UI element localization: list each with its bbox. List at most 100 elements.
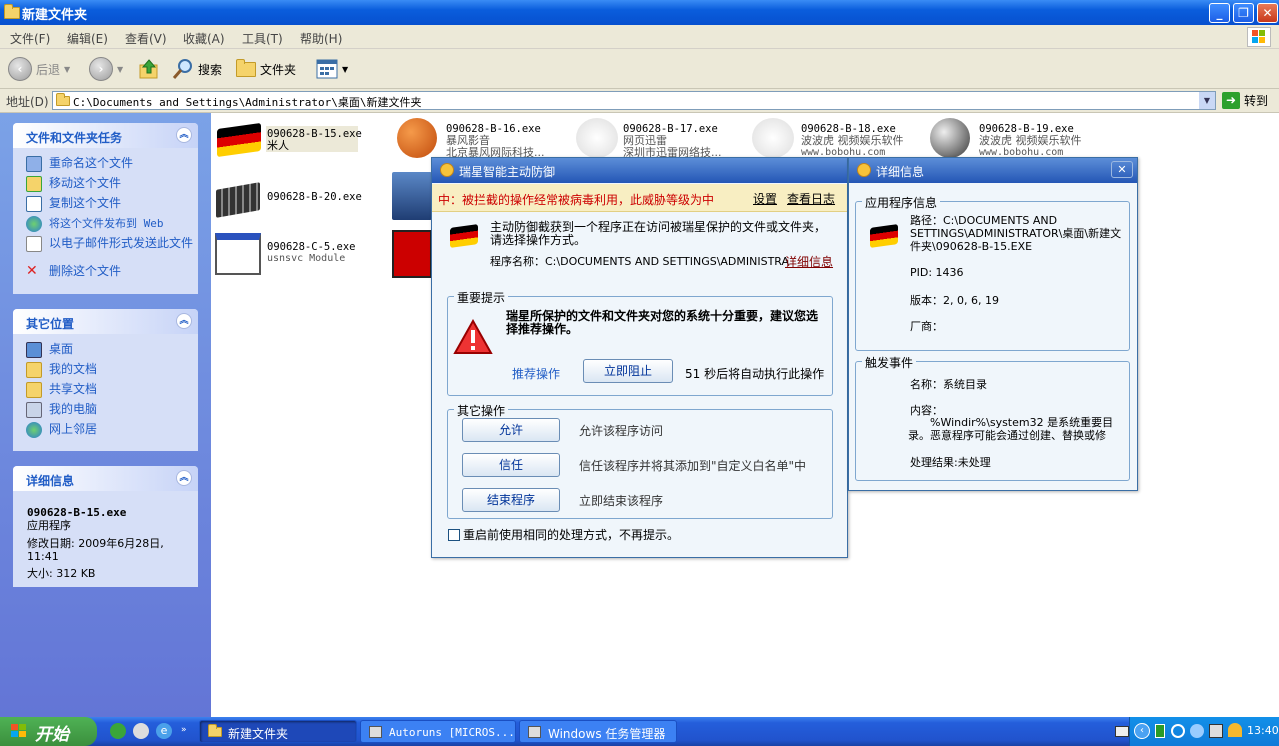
chevron-down-icon[interactable]: ▼ bbox=[1199, 92, 1215, 109]
taskbar-item-task-manager[interactable]: Windows 任务管理器 bbox=[519, 720, 677, 743]
window-title-bar[interactable]: 新建文件夹 _ ❐ ✕ bbox=[0, 0, 1279, 25]
rising-lion-icon bbox=[857, 163, 871, 177]
move-file-link[interactable]: 移动这个文件 bbox=[13, 174, 198, 194]
forward-arrow-icon: › bbox=[89, 57, 113, 81]
german-flag-icon bbox=[450, 224, 478, 248]
warning-icon bbox=[453, 319, 493, 354]
taskbar-item-autoruns[interactable]: Autoruns [MICROS... bbox=[360, 720, 516, 743]
tray-expand-icon[interactable]: ‹ bbox=[1134, 723, 1150, 739]
remember-checkbox[interactable] bbox=[448, 528, 460, 541]
chevron-down-icon[interactable]: ▼ bbox=[64, 65, 70, 74]
address-label: 地址(D) bbox=[6, 95, 49, 109]
chevron-down-icon[interactable]: ▼ bbox=[117, 65, 123, 74]
thunder-app-icon bbox=[576, 118, 618, 158]
close-button[interactable]: ✕ bbox=[1257, 3, 1278, 23]
dialog-title-bar[interactable]: 详细信息 ✕ bbox=[849, 158, 1137, 183]
ie-icon[interactable]: e bbox=[156, 723, 172, 739]
rename-file-link[interactable]: 重命名这个文件 bbox=[13, 154, 198, 174]
folders-button[interactable]: 文件夹 bbox=[236, 55, 296, 83]
window-title: 新建文件夹 bbox=[22, 8, 88, 23]
start-button[interactable]: 开始 bbox=[0, 717, 97, 746]
collapse-icon[interactable]: ︽ bbox=[176, 313, 192, 329]
shared-folder-icon bbox=[26, 382, 42, 398]
panel-header[interactable]: 文件和文件夹任务 ︽ bbox=[13, 123, 198, 148]
settings-link[interactable]: 设置 bbox=[753, 190, 777, 207]
address-input[interactable]: C:\Documents and Settings\Administrator\… bbox=[52, 91, 1216, 110]
email-file-link[interactable]: 以电子邮件形式发送此文件 bbox=[13, 234, 198, 262]
bobohu-app-icon bbox=[752, 118, 794, 158]
file-item[interactable]: 090628-B-15.exe 米人 bbox=[214, 118, 384, 168]
end-program-button[interactable]: 结束程序 bbox=[462, 488, 560, 512]
clock: 13:40 bbox=[1247, 724, 1279, 737]
delete-file-link[interactable]: ✕ 删除这个文件 bbox=[13, 262, 198, 282]
menu-help[interactable]: 帮助(H) bbox=[300, 30, 342, 47]
desktop-icon bbox=[26, 342, 42, 358]
folder-icon bbox=[4, 4, 20, 19]
other-places-panel: 其它位置 ︽ 桌面 我的文档 共享文档 我的电脑 网上邻居 bbox=[13, 309, 198, 451]
details-link[interactable]: 详细信息 bbox=[785, 253, 833, 270]
menu-tools[interactable]: 工具(T) bbox=[242, 30, 283, 47]
vendor-text: 厂商： bbox=[910, 320, 943, 333]
delete-x-icon: ✕ bbox=[26, 263, 38, 279]
up-folder-button[interactable] bbox=[138, 55, 160, 83]
network-places-link[interactable]: 网上邻居 bbox=[13, 420, 198, 440]
event-name-text: 名称：系统目录 bbox=[910, 378, 987, 391]
minimize-button[interactable]: _ bbox=[1209, 3, 1230, 23]
shared-documents-link[interactable]: 共享文档 bbox=[13, 380, 198, 400]
publish-web-link[interactable]: 将这个文件发布到 Web bbox=[13, 214, 198, 234]
panel-header[interactable]: 详细信息 ︽ bbox=[13, 466, 198, 491]
quick-launch-more-icon[interactable]: » bbox=[181, 725, 187, 735]
app-window-icon bbox=[215, 233, 261, 275]
menu-edit[interactable]: 编辑(E) bbox=[67, 30, 108, 47]
tray-umbrella-icon[interactable] bbox=[1228, 723, 1242, 737]
menu-favorites[interactable]: 收藏(A) bbox=[183, 30, 225, 47]
details-panel: 详细信息 ︽ 090628-B-15.exe 应用程序 修改日期: 2009年6月… bbox=[13, 466, 198, 587]
tray-network-icon[interactable] bbox=[1209, 724, 1223, 738]
copy-file-link[interactable]: 复制这个文件 bbox=[13, 194, 198, 214]
content-text: %Windir%\system32 是系统重要目录。恶意程序可能会通过创建、替换… bbox=[908, 416, 1114, 442]
keyboard-icon[interactable] bbox=[1115, 726, 1129, 737]
media-player-icon[interactable] bbox=[133, 723, 149, 739]
tray-refresh-icon[interactable] bbox=[1171, 724, 1185, 738]
close-icon[interactable]: ✕ bbox=[1111, 161, 1133, 178]
trust-button[interactable]: 信任 bbox=[462, 453, 560, 477]
tray-security-icon[interactable] bbox=[1190, 724, 1204, 738]
tray-app-icon[interactable] bbox=[1155, 724, 1165, 738]
collapse-icon[interactable]: ︽ bbox=[176, 127, 192, 143]
my-computer-link[interactable]: 我的电脑 bbox=[13, 400, 198, 420]
search-icon bbox=[172, 59, 192, 79]
rename-icon bbox=[26, 156, 42, 172]
file-tasks-panel: 文件和文件夹任务 ︽ 重命名这个文件 移动这个文件 复制这个文件 将这个文件发布到… bbox=[13, 123, 198, 294]
my-documents-link[interactable]: 我的文档 bbox=[13, 360, 198, 380]
go-button[interactable]: ➜ 转到 bbox=[1222, 92, 1268, 109]
taskbar-item-folder[interactable]: 新建文件夹 bbox=[199, 720, 357, 743]
panel-header[interactable]: 其它位置 ︽ bbox=[13, 309, 198, 334]
chevron-down-icon[interactable]: ▼ bbox=[342, 65, 348, 74]
toolbar: ‹ 后退 ▼ › ▼ 搜索 文件夹 ▼ bbox=[0, 49, 1279, 89]
quick-launch-icon[interactable] bbox=[110, 723, 126, 739]
allow-description: 允许该程序访问 bbox=[579, 424, 664, 438]
collapse-icon[interactable]: ︽ bbox=[176, 470, 192, 486]
allow-button[interactable]: 允许 bbox=[462, 418, 560, 442]
end-program-description: 立即结束该程序 bbox=[579, 494, 664, 508]
dialog-title-bar[interactable]: 瑞星智能主动防御 bbox=[432, 158, 847, 183]
copy-icon bbox=[26, 196, 42, 212]
block-now-button[interactable]: 立即阻止 bbox=[583, 359, 673, 383]
desktop-link[interactable]: 桌面 bbox=[13, 340, 198, 360]
back-button[interactable]: ‹ 后退 ▼ bbox=[8, 55, 70, 83]
menu-file[interactable]: 文件(F) bbox=[10, 30, 50, 47]
view-log-link[interactable]: 查看日志 bbox=[787, 190, 835, 207]
maximize-button[interactable]: ❐ bbox=[1233, 3, 1254, 23]
partial-file-icon bbox=[392, 172, 432, 220]
trust-description: 信任该程序并将其添加到"自定义白名单"中 bbox=[579, 459, 807, 473]
remember-checkbox-row[interactable]: 重启前使用相同的处理方式，不再提示。 bbox=[448, 526, 679, 543]
file-item[interactable]: 090628-C-5.exe usnsvc Module bbox=[214, 232, 384, 282]
menu-view[interactable]: 查看(V) bbox=[125, 30, 167, 47]
file-item[interactable]: 090628-B-20.exe bbox=[214, 178, 384, 228]
forward-button[interactable]: › ▼ bbox=[89, 55, 123, 83]
windows-logo-icon bbox=[11, 724, 26, 737]
views-button[interactable]: ▼ bbox=[316, 55, 348, 83]
back-arrow-icon: ‹ bbox=[8, 57, 32, 81]
trigger-event-group: 触发事件 名称：系统目录 内容： %Windir%\system32 是系统重要… bbox=[855, 354, 1130, 481]
search-button[interactable]: 搜索 bbox=[172, 55, 222, 83]
